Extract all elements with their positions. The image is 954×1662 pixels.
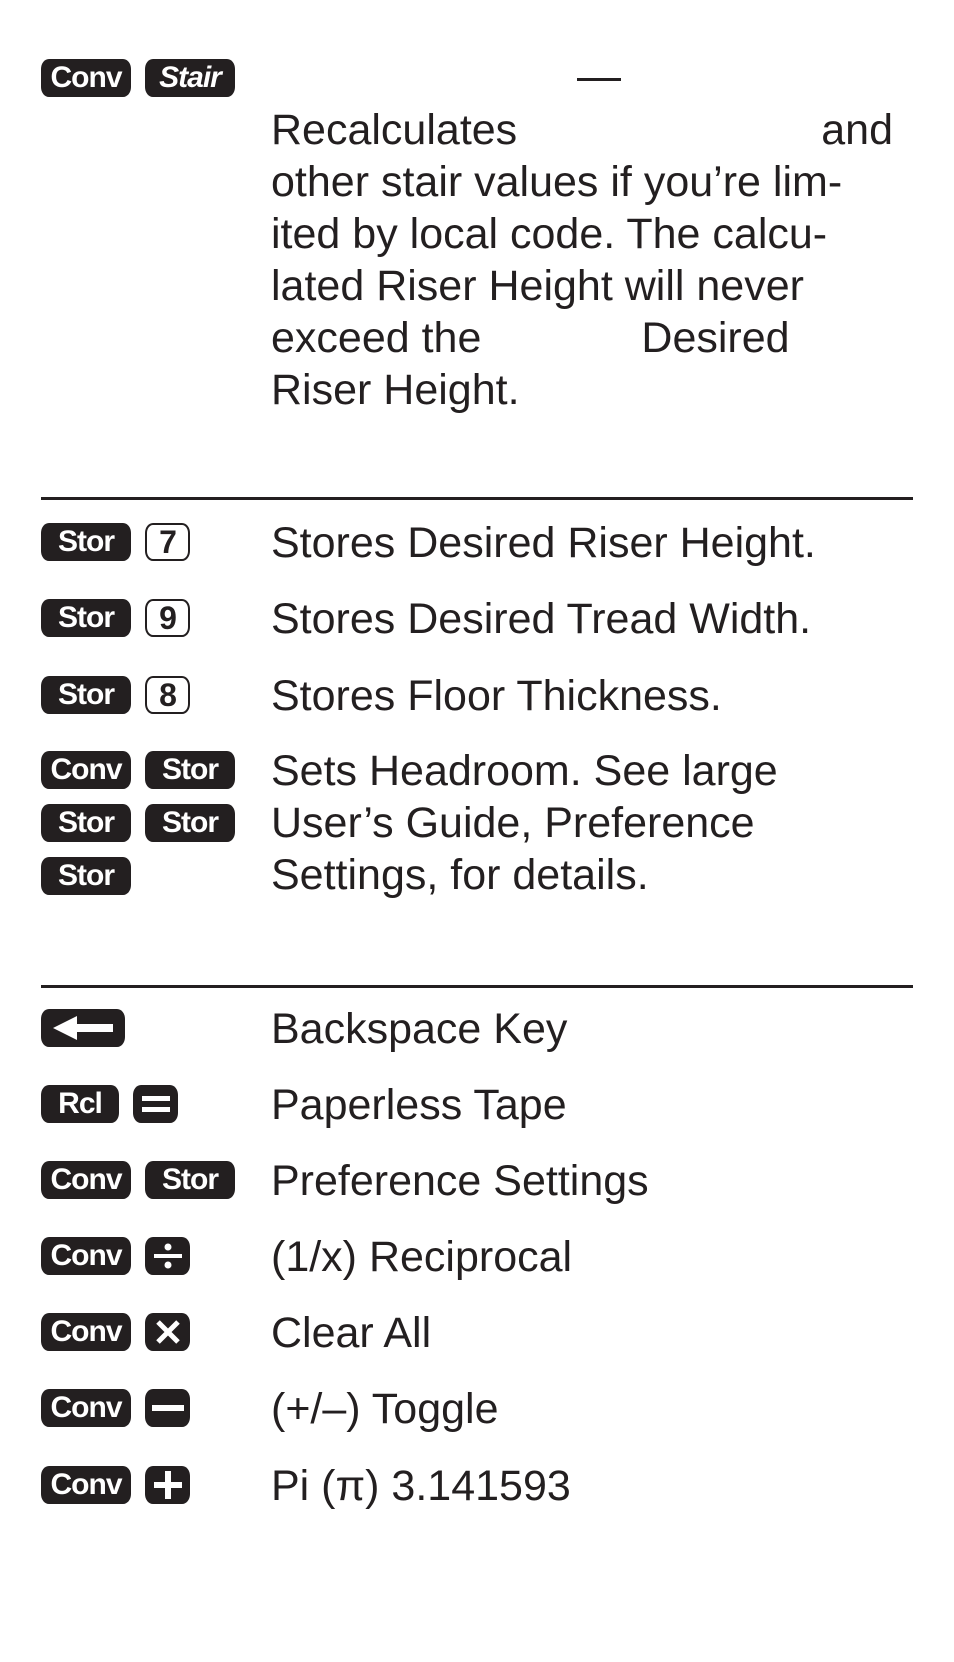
description-line: ited by local code. The calcu- <box>271 210 828 258</box>
backspace-key-icon <box>41 1009 125 1047</box>
plus-key-icon <box>145 1466 190 1504</box>
description-line: Recalculates and <box>271 106 893 154</box>
conv-key-icon: Conv <box>41 751 131 789</box>
conv-key-icon: Conv <box>41 1313 131 1351</box>
stor-key-icon: Stor <box>145 751 235 789</box>
store-description: Stores Floor Thickness. <box>271 672 722 720</box>
conv-key-icon: Conv <box>41 1389 131 1427</box>
store-description: Stores Desired Tread Width. <box>271 595 812 643</box>
stor-key-icon: Stor <box>41 857 131 895</box>
minus-key-icon <box>145 1389 190 1427</box>
description-line: lated Riser Height will never <box>271 262 804 310</box>
conv-key-icon: Conv <box>41 1237 131 1275</box>
stor-key-icon: Stor <box>145 1161 235 1199</box>
divide-key-icon <box>145 1237 190 1275</box>
key-combo: Conv Stair <box>41 58 241 110</box>
section-divider <box>41 985 913 988</box>
conv-key-icon: Conv <box>41 1161 131 1199</box>
function-description: (1/x) Reciprocal <box>271 1233 573 1281</box>
function-description: Clear All <box>271 1309 432 1357</box>
rcl-key-icon: Rcl <box>41 1085 119 1123</box>
stair-recalc-description: Recalculates and other stair values if y… <box>271 104 911 416</box>
store-description: Stores Desired Riser Height. <box>271 519 816 567</box>
description-line: Riser Height. <box>271 366 520 414</box>
section-divider <box>41 497 913 500</box>
function-description: Preference Settings <box>271 1157 649 1205</box>
description-line: other stair values if you’re lim- <box>271 158 843 206</box>
nine-key-icon: 9 <box>145 599 190 637</box>
conv-key-icon: Conv <box>41 1466 131 1504</box>
stor-key-icon: Stor <box>41 676 131 714</box>
stor-key-icon: Stor <box>41 523 131 561</box>
function-description: Paperless Tape <box>271 1081 567 1129</box>
stor-key-icon: Stor <box>41 804 131 842</box>
equals-key-icon <box>133 1085 178 1123</box>
stor-key-icon: Stor <box>145 804 235 842</box>
stair-key-icon: Stair <box>145 59 235 97</box>
function-description: Pi (π) 3.141593 <box>271 1462 571 1510</box>
title-dash <box>577 78 621 81</box>
seven-key-icon: 7 <box>145 523 190 561</box>
headroom-description: Sets Headroom. See large User’s Guide, P… <box>271 747 778 899</box>
function-description: Backspace Key <box>271 1005 568 1053</box>
function-description: (+/–) Toggle <box>271 1385 499 1433</box>
stor-key-icon: Stor <box>41 599 131 637</box>
description-line: exceed the Desired <box>271 314 790 362</box>
multiply-key-icon <box>145 1313 190 1351</box>
eight-key-icon: 8 <box>145 676 190 714</box>
conv-key-icon: Conv <box>41 59 131 97</box>
